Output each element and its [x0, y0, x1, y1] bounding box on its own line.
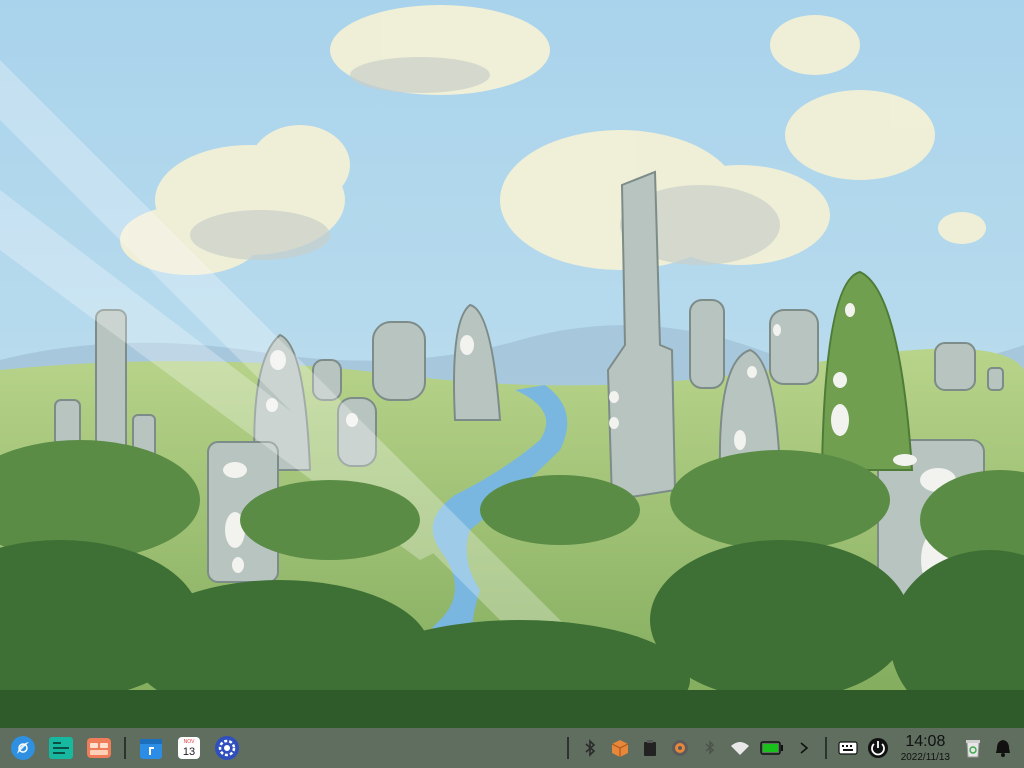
clock-time: 14:08 — [905, 732, 946, 750]
taskbar: NOV 13 14:08 2022/11/13 — [0, 728, 1024, 768]
taskbar-file-manager[interactable] — [83, 732, 115, 764]
battery-icon — [759, 741, 783, 755]
keyboard-icon — [838, 741, 858, 755]
wifi-icon — [730, 742, 749, 755]
system-tray: 14:08 2022/11/13 — [561, 728, 1024, 768]
bluetooth-off-button[interactable] — [699, 737, 721, 759]
folder-icon — [87, 738, 111, 758]
launcher-button[interactable] — [7, 732, 39, 764]
bluetooth-button[interactable] — [579, 737, 601, 759]
expand-arrow-icon — [800, 742, 808, 754]
desktop-wallpaper — [0, 0, 1024, 728]
tray-expand-button[interactable] — [793, 737, 815, 759]
clipboard-button[interactable] — [639, 737, 661, 759]
battery-button[interactable] — [759, 737, 785, 759]
taskbar-calendar[interactable]: NOV 13 — [173, 732, 205, 764]
clock-date: 2022/11/13 — [900, 751, 950, 763]
screenshot-icon — [671, 740, 688, 756]
taskbar-control-center[interactable] — [211, 732, 243, 764]
package-icon — [611, 740, 628, 757]
trash-button[interactable] — [962, 737, 984, 759]
package-tray-button[interactable] — [609, 737, 631, 759]
gear-icon — [215, 736, 239, 760]
onscreen-keyboard-button[interactable] — [837, 737, 859, 759]
tray-separator-2 — [824, 737, 827, 759]
clipboard-icon — [643, 740, 656, 756]
bell-icon — [996, 740, 1010, 757]
bluetooth-off-icon — [705, 740, 714, 755]
calendar-icon: NOV 13 — [178, 737, 200, 759]
taskbar-app-store[interactable] — [135, 732, 167, 764]
screenshot-button[interactable] — [669, 737, 691, 759]
power-button[interactable] — [867, 737, 889, 759]
power-icon — [867, 738, 888, 758]
bluetooth-icon — [585, 739, 595, 757]
taskbar-multitasking[interactable] — [45, 732, 77, 764]
calendar-month: NOV — [184, 739, 196, 745]
tray-separator — [566, 737, 569, 759]
notification-button[interactable] — [992, 737, 1014, 759]
taskbar-separator — [124, 737, 126, 759]
calendar-day: 13 — [183, 746, 195, 758]
wifi-button[interactable] — [729, 737, 751, 759]
wallpaper-illustration — [0, 0, 1024, 728]
multitask-icon — [49, 737, 73, 759]
store-icon — [140, 739, 162, 759]
launcher-icon — [11, 736, 35, 760]
datetime-widget[interactable]: 14:08 2022/11/13 — [900, 732, 950, 763]
trash-icon — [966, 740, 980, 758]
